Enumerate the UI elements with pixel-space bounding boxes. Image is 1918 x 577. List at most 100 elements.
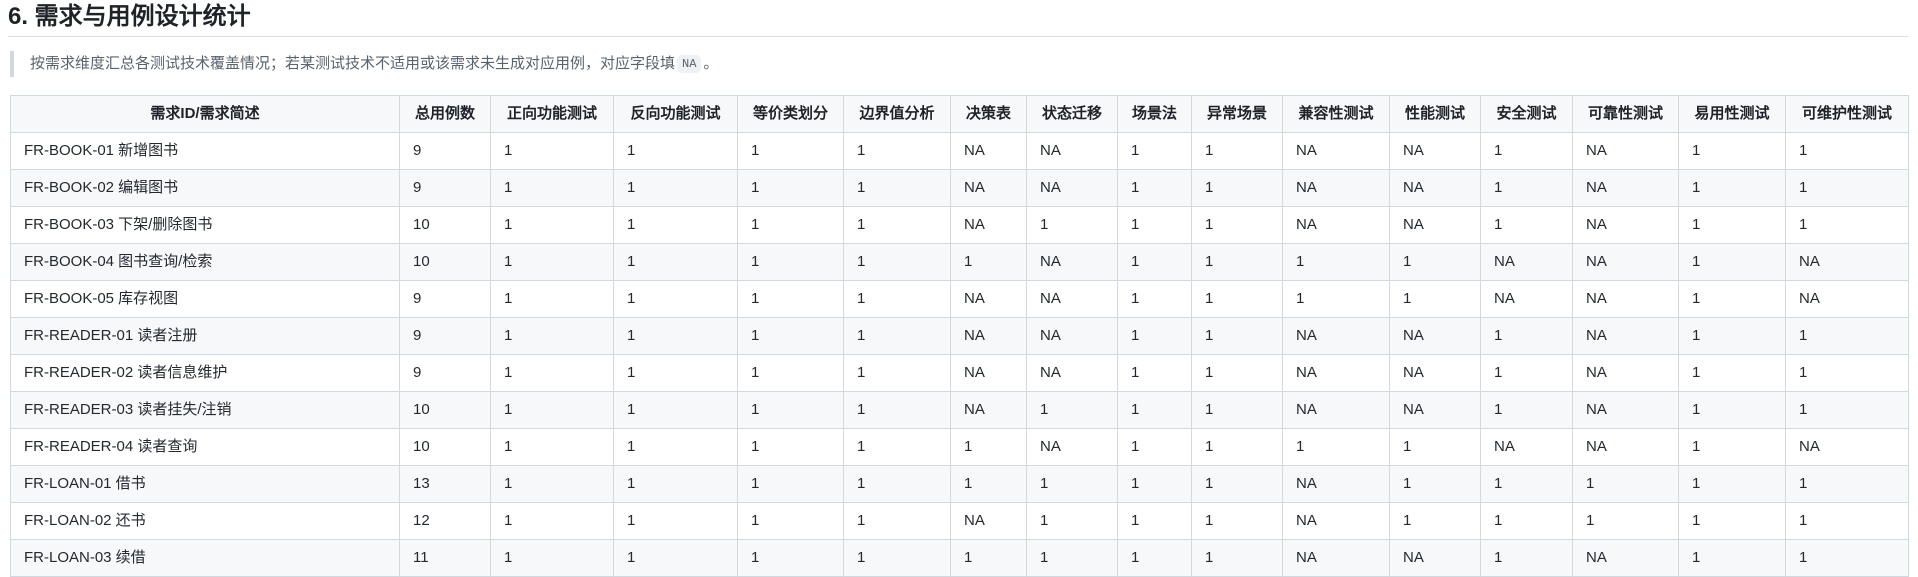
table-cell: 1 [1678,206,1786,244]
table-cell: 1 [843,391,951,429]
table-cell: 1 [1572,465,1679,503]
table-cell: 1 [950,243,1027,281]
table-cell: NA [950,280,1027,318]
table-cell: 1 [613,280,738,318]
table-cell: NA [1572,317,1679,355]
table-cell: 1 [1480,391,1573,429]
table-cell: NA [1572,169,1679,207]
table-cell: 1 [1191,169,1283,207]
table-cell: 1 [1191,465,1283,503]
table-cell: 1 [843,280,951,318]
table-cell: 1 [490,502,614,540]
table-cell: 1 [490,132,614,170]
table-cell: 1 [737,465,844,503]
table-cell: 1 [1191,539,1283,577]
table-cell: NA [1282,206,1390,244]
table-cell: 1 [613,169,738,207]
table-cell: NA [1572,428,1679,466]
table-cell: 1 [1678,539,1786,577]
column-header: 总用例数 [399,95,491,133]
table-cell: NA [1282,391,1390,429]
requirement-cell: FR-LOAN-03 续借 [10,539,400,577]
table-cell: NA [1480,428,1573,466]
table-cell: NA [950,132,1027,170]
table-row: FR-BOOK-02 编辑图书 9 1 1 1 1 NA NA 1 1 NA NA 1 NA 1 1 [10,169,1909,207]
table-cell: 1 [1678,243,1786,281]
table-cell: 1 [737,428,844,466]
table-cell: 1 [1389,428,1481,466]
table-cell: 1 [613,539,738,577]
requirement-cell: FR-BOOK-05 库存视图 [10,280,400,318]
table-cell: 1 [1117,354,1192,392]
table-cell: 1 [843,317,951,355]
table-cell: 1 [1785,132,1909,170]
table-cell: 1 [843,169,951,207]
table-cell: NA [1572,539,1679,577]
table-cell: 1 [1480,206,1573,244]
table-cell: 10 [399,206,491,244]
na-code: NA [677,55,702,73]
table-cell: 1 [613,243,738,281]
requirement-cell: FR-READER-04 读者查询 [10,428,400,466]
requirement-cell: FR-BOOK-02 编辑图书 [10,169,400,207]
table-cell: 1 [737,243,844,281]
table-row: FR-READER-03 读者挂失/注销 10 1 1 1 1 NA 1 1 1 NA NA 1 NA 1 1 [10,391,1909,429]
requirement-cell: FR-LOAN-01 借书 [10,465,400,503]
table-cell: 1 [1678,317,1786,355]
table-row: FR-BOOK-04 图书查询/检索 10 1 1 1 1 1 NA 1 1 1 1 NA NA 1 NA [10,243,1909,281]
table-cell: NA [1282,539,1390,577]
table-cell: NA [1282,317,1390,355]
table-cell: NA [1026,317,1118,355]
table-cell: 1 [613,317,738,355]
table-cell: 1 [490,206,614,244]
table-cell: NA [1389,539,1481,577]
column-header: 边界值分析 [843,95,951,133]
table-body: FR-BOOK-01 新增图书 9 1 1 1 1 NA NA 1 1 NA NA 1 NA 1 1 FR-BO… [10,132,1909,577]
table-cell: 1 [950,539,1027,577]
table-cell: NA [1282,132,1390,170]
table-cell: 1 [1026,539,1118,577]
table-cell: 1 [1389,243,1481,281]
table-cell: 1 [1191,243,1283,281]
table-cell: 1 [1785,465,1909,503]
table-cell: NA [1389,354,1481,392]
table-cell: NA [1026,354,1118,392]
table-cell: NA [1785,428,1909,466]
table-cell: 1 [613,354,738,392]
table-cell: 1 [1785,539,1909,577]
requirement-cell: FR-LOAN-02 还书 [10,502,400,540]
table-cell: 1 [1572,502,1679,540]
requirement-cell: FR-READER-03 读者挂失/注销 [10,391,400,429]
table-cell: 1 [1117,428,1192,466]
table-cell: NA [950,317,1027,355]
requirement-cell: FR-BOOK-03 下架/删除图书 [10,206,400,244]
table-cell: 1 [1026,465,1118,503]
column-header: 兼容性测试 [1282,95,1390,133]
table-cell: 11 [399,539,491,577]
table-cell: 1 [1480,132,1573,170]
table-cell: 1 [1678,280,1786,318]
column-header: 等价类划分 [737,95,844,133]
table-cell: NA [1282,169,1390,207]
table-cell: 1 [737,280,844,318]
note-text-end: 。 [703,55,719,72]
table-row: FR-BOOK-03 下架/删除图书 10 1 1 1 1 NA 1 1 1 NA NA 1 NA 1 1 [10,206,1909,244]
table-cell: 1 [1678,391,1786,429]
table-cell: 10 [399,243,491,281]
table-cell: 1 [1480,539,1573,577]
table-cell: NA [950,169,1027,207]
table-cell: 1 [950,428,1027,466]
table-cell: NA [1026,243,1118,281]
table-cell: 1 [490,465,614,503]
table-cell: NA [950,354,1027,392]
table-cell: 1 [1678,132,1786,170]
table-cell: 1 [1480,169,1573,207]
table-cell: NA [1389,317,1481,355]
table-cell: NA [950,206,1027,244]
requirement-cell: FR-READER-02 读者信息维护 [10,354,400,392]
column-header: 易用性测试 [1678,95,1786,133]
table-cell: 1 [737,502,844,540]
column-header: 场景法 [1117,95,1192,133]
table-row: FR-BOOK-01 新增图书 9 1 1 1 1 NA NA 1 1 NA NA 1 NA 1 1 [10,132,1909,170]
table-cell: 1 [613,132,738,170]
